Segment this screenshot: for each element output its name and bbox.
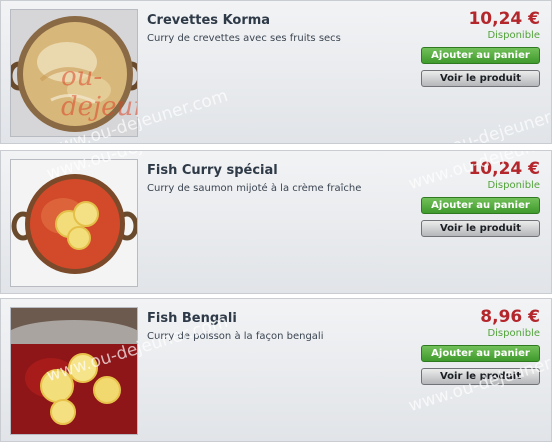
- salmon-curry-dish-icon: [11, 160, 137, 286]
- availability-status: Disponible: [487, 30, 540, 41]
- view-product-button[interactable]: Voir le produit: [421, 70, 540, 87]
- product-image[interactable]: ou-dejeuner.fr: [10, 9, 138, 137]
- product-description: Curry de poisson à la façon bengali: [147, 331, 324, 342]
- product-price: 10,24 €: [468, 159, 540, 179]
- add-to-cart-button[interactable]: Ajouter au panier: [421, 47, 540, 64]
- add-to-cart-button[interactable]: Ajouter au panier: [421, 345, 540, 362]
- view-product-button[interactable]: Voir le produit: [421, 220, 540, 237]
- product-list: ou-dejeuner.fr Crevettes Korma Curry de …: [0, 0, 554, 444]
- product-title[interactable]: Crevettes Korma: [147, 13, 270, 28]
- add-to-cart-button[interactable]: Ajouter au panier: [421, 197, 540, 214]
- product-price: 10,24 €: [468, 9, 540, 29]
- product-card: Fish Curry spécial Curry de saumon mijot…: [0, 150, 552, 294]
- product-description: Curry de crevettes avec ses fruits secs: [147, 33, 341, 44]
- product-card: ou-dejeuner.fr Crevettes Korma Curry de …: [0, 0, 552, 144]
- page-watermark: www.ou-dejeuner.com: [406, 95, 552, 144]
- product-description: Curry de saumon mijoté à la crème fraîch…: [147, 183, 362, 194]
- availability-status: Disponible: [487, 328, 540, 339]
- image-watermark: ou-dejeuner.fr: [61, 62, 137, 122]
- product-image[interactable]: [10, 307, 138, 435]
- bengali-fish-curry-dish-icon: [11, 308, 137, 434]
- product-image[interactable]: [10, 159, 138, 287]
- availability-status: Disponible: [487, 180, 540, 191]
- view-product-button[interactable]: Voir le produit: [421, 368, 540, 385]
- product-price: 8,96 €: [480, 307, 540, 327]
- product-title[interactable]: Fish Bengali: [147, 311, 237, 326]
- product-title[interactable]: Fish Curry spécial: [147, 163, 278, 178]
- product-card: Fish Bengali Curry de poisson à la façon…: [0, 298, 552, 442]
